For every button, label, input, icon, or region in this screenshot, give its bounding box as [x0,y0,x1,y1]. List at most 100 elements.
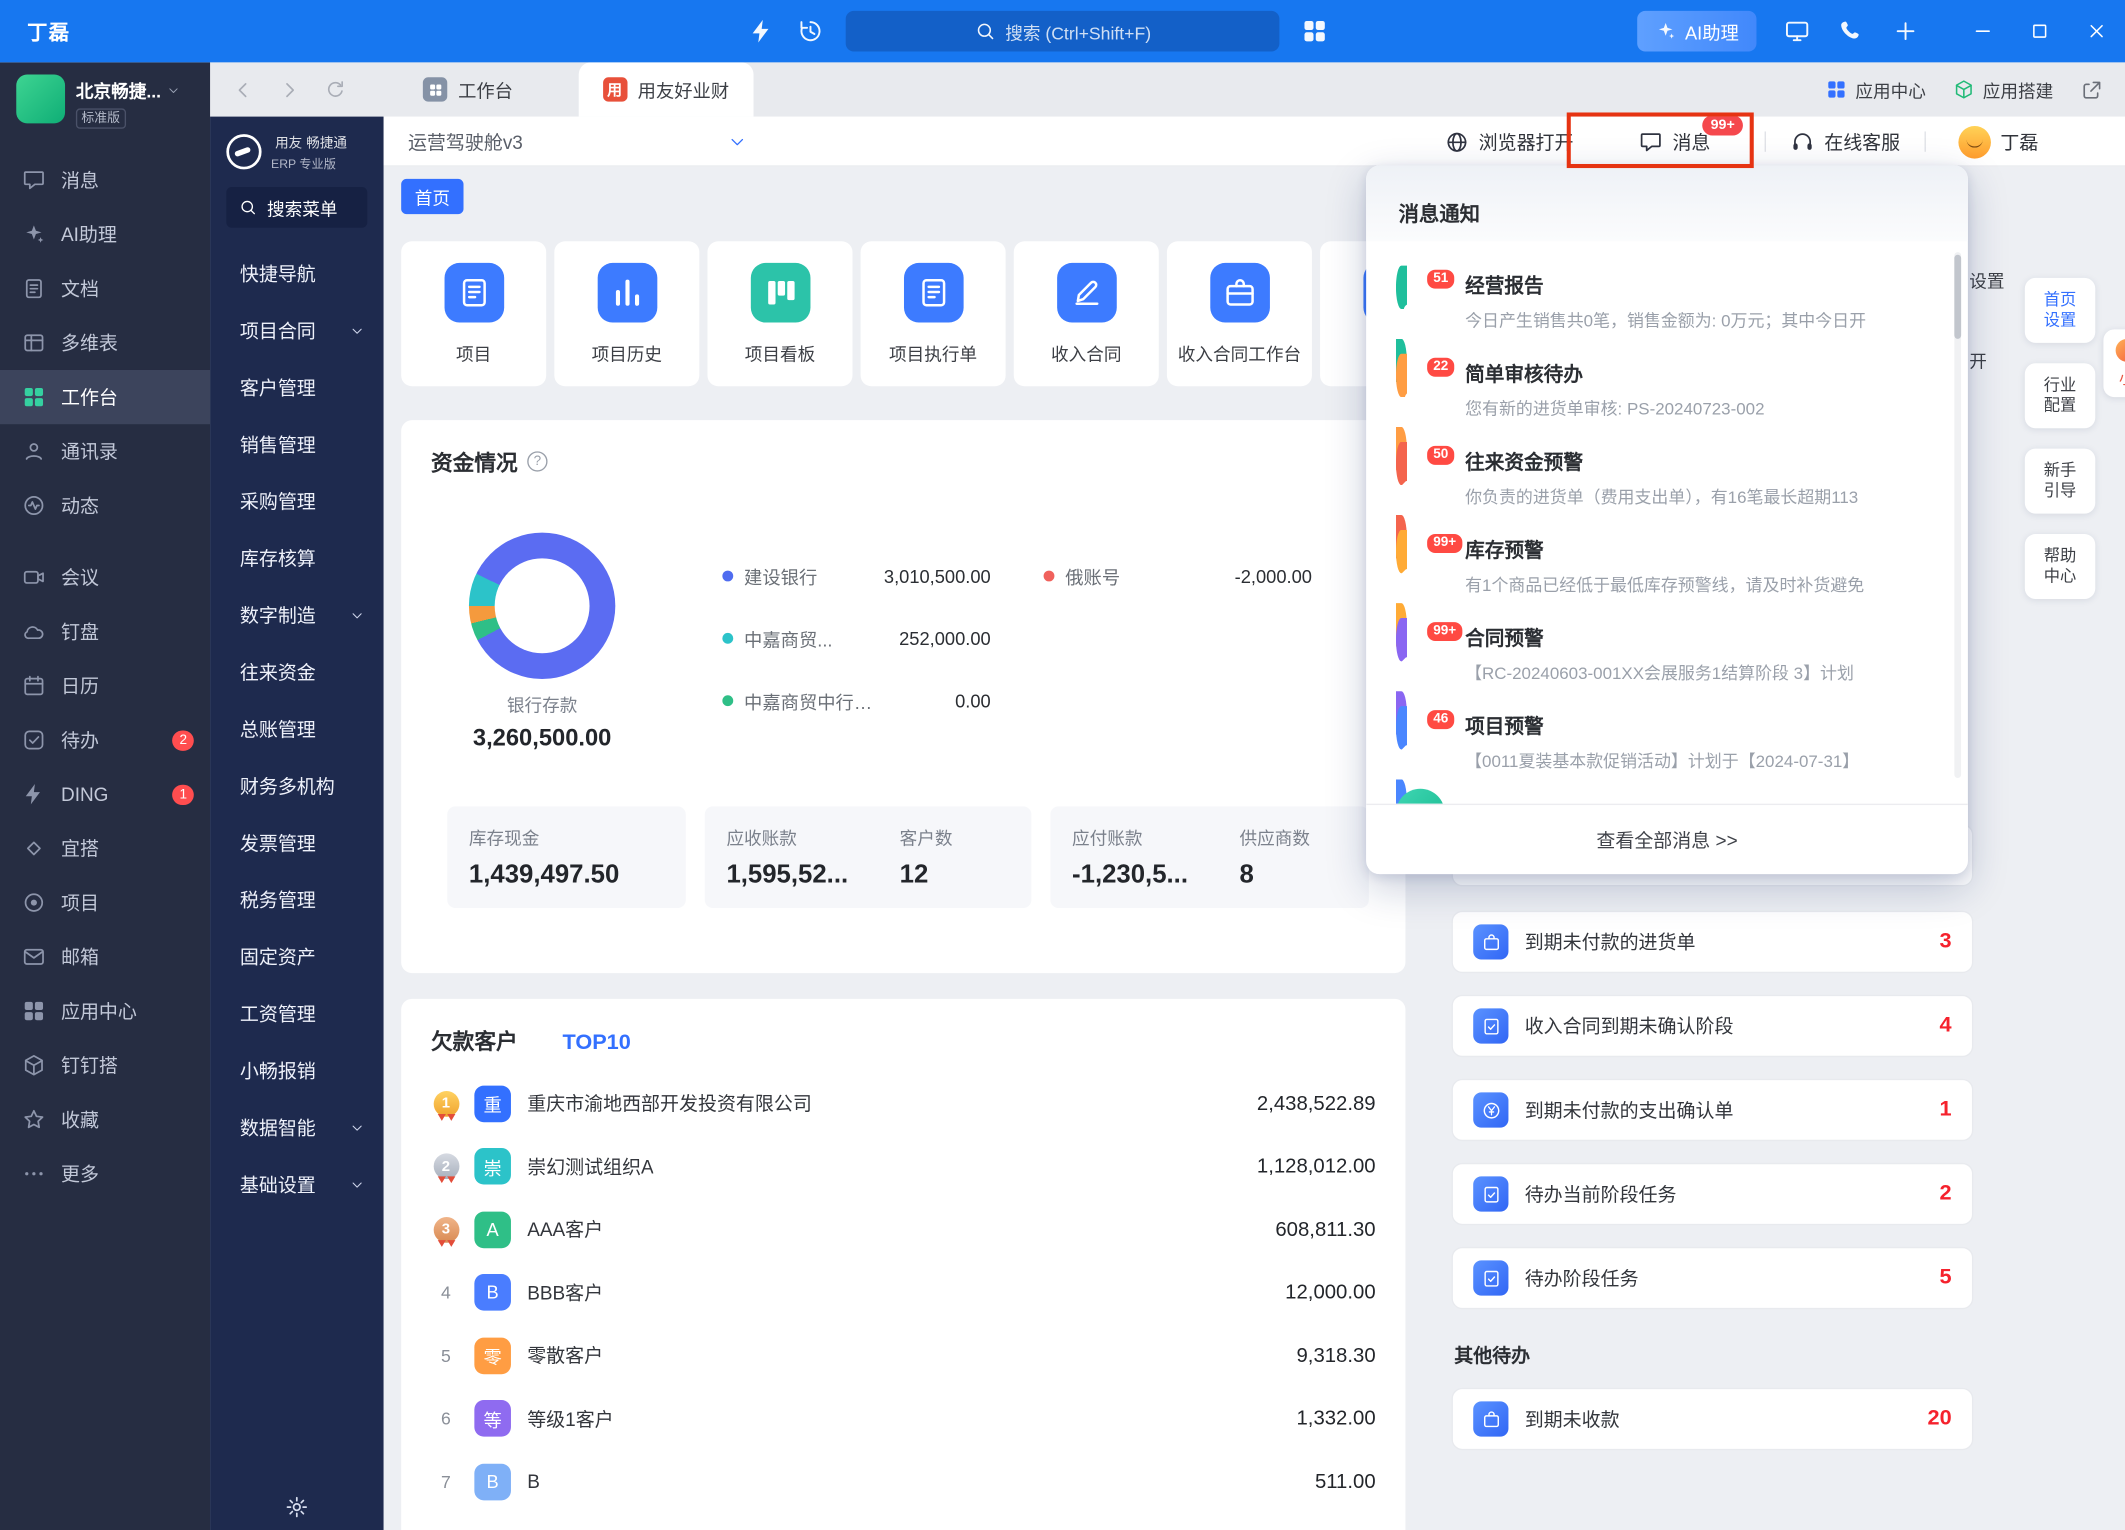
debtor-row-2[interactable]: 3 A AAA客户 608,811.30 [431,1198,1376,1261]
sidebar-item-8[interactable]: 钉盘 [0,604,210,658]
tab-0[interactable]: 工作台 [398,62,537,116]
app-menu-item-15[interactable]: 数据智能 [210,1099,383,1156]
sidebar-item-6[interactable]: 动态 [0,478,210,532]
shortcut-2[interactable]: 项目看板 [707,241,853,387]
notification-item-4[interactable]: 99+ 合同预警 【RC-20240603-001XX会展服务1结算阶段 3】计划 [1366,610,1968,734]
shortcut-1[interactable]: 项目历史 [554,241,700,387]
sidebar-item-14[interactable]: 邮箱 [0,930,210,984]
side-widget-3[interactable]: 帮助中心 [2024,533,2096,600]
sidebar-item-12[interactable]: 宜搭 [0,821,210,875]
scrollbar-thumb[interactable] [1954,254,1962,339]
side-widget-2[interactable]: 新手引导 [2024,448,2096,514]
debtor-row-5[interactable]: 6 等等级1客户 1,332.00 [431,1387,1376,1450]
org-switcher[interactable]: 北京畅捷... 标准版 [0,62,210,132]
notification-item-5[interactable]: 46 项目预警 【0011夏装基本款促销活动】计划于【2024-07-31】 [1366,698,1968,822]
app-menu-item-3[interactable]: 销售管理 [210,416,383,473]
notification-item-1[interactable]: 22 简单审核待办 您有新的进货单审核: PS-20240723-002 [1366,346,1968,470]
app-switcher-icon[interactable] [1301,18,1328,45]
app-menu-item-10[interactable]: 发票管理 [210,815,383,872]
home-tab[interactable]: 首页 [401,178,464,215]
tab-1[interactable]: 用用友好业财 [578,62,754,117]
menu-search-input[interactable]: 搜索菜单 [226,187,368,228]
shortcut-5[interactable]: 收入合同工作台 [1166,241,1312,387]
notification-item-2[interactable]: 50 往来资金预警 你负责的进货单（费用支出单），有16笔最长超期113 [1366,434,1968,558]
app-menu-item-8[interactable]: 总账管理 [210,701,383,758]
open-external-icon[interactable] [2080,78,2103,101]
messages-button[interactable]: 消息 99+ [1639,114,1743,155]
sidebar-item-13[interactable]: 项目 [0,876,210,930]
app-menu-item-11[interactable]: 税务管理 [210,871,383,928]
debtors-top10-link[interactable]: TOP10 [562,1031,630,1055]
help-icon[interactable]: ? [527,450,548,471]
sidebar-item-0[interactable]: 消息 [0,153,210,207]
sidebar-item-2[interactable]: 文档 [0,262,210,316]
notification-item-3[interactable]: 99+ 库存预警 有1个商品已经低于最低库存预警线，请及时补货避免 [1366,522,1968,646]
sidebar-item-5[interactable]: 通讯录 [0,424,210,478]
fullscreen-icon[interactable] [2090,183,2114,207]
close-button[interactable] [2068,0,2125,62]
screenshare-icon[interactable] [1784,18,1811,45]
app-menu-item-2[interactable]: 客户管理 [210,359,383,416]
ai-assistant-button[interactable]: AI助理 [1637,10,1757,52]
open-in-browser-button[interactable]: 浏览器打开 [1445,128,1574,155]
sidebar-item-10[interactable]: 待办 2 [0,713,210,767]
history-icon[interactable] [797,18,824,45]
app-menu-item-16[interactable]: 基础设置 [210,1156,383,1213]
shortcut-label: 项目执行单 [889,343,978,364]
user-menu[interactable]: 丁磊 [1958,125,2038,158]
phone-icon[interactable] [1838,18,1865,45]
app-menu-item-0[interactable]: 快捷导航 [210,245,383,302]
back-icon[interactable] [232,78,255,101]
minimize-button[interactable] [1954,0,2011,62]
todo-card[interactable]: 到期未付款的支出确认单 1 [1451,1078,1974,1142]
sidebar-item-3[interactable]: 多维表 [0,316,210,370]
shortcut-4[interactable]: 收入合同 [1013,241,1159,387]
assistant-widget[interactable]: 小 [2103,329,2125,398]
app-build-link[interactable]: 应用搭建 [1953,77,2053,103]
app-menu-item-13[interactable]: 工资管理 [210,985,383,1042]
debtor-row-3[interactable]: 4 B BBB客户 12,000.00 [431,1261,1376,1324]
todo-card[interactable]: 到期未收款 20 [1451,1387,1974,1451]
sidebar-item-15[interactable]: 应用中心 [0,984,210,1038]
quick-launch-icon[interactable] [748,18,775,45]
todo-card[interactable]: 待办当前阶段任务 2 [1451,1162,1974,1226]
online-service-button[interactable]: 在线客服 [1790,128,1900,155]
todo-card[interactable]: 待办阶段任务 5 [1451,1246,1974,1310]
app-menu-item-5[interactable]: 库存核算 [210,530,383,587]
sidebar-item-1[interactable]: AI助理 [0,207,210,261]
maximize-button[interactable] [2011,0,2068,62]
refresh-icon[interactable] [324,78,347,101]
sidebar-item-4[interactable]: 工作台 [0,369,211,425]
sidebar-item-18[interactable]: 更多 [0,1147,210,1201]
sidebar-item-16[interactable]: 钉钉搭 [0,1038,210,1092]
notification-item-0[interactable]: 51 经营报告 今日产生销售共0笔，销售金额为: 0万元；其中今日开 [1366,258,1968,382]
sidebar-item-9[interactable]: 日历 [0,659,210,713]
sidebar-item-17[interactable]: 收藏 [0,1092,210,1146]
todo-card[interactable]: 到期未付款的进货单 3 [1451,910,1974,974]
sidebar-item-11[interactable]: DING 1 [0,767,210,821]
shortcut-3[interactable]: 项目执行单 [860,241,1006,387]
app-menu-item-12[interactable]: 固定资产 [210,928,383,985]
forward-icon[interactable] [278,78,301,101]
sidebar-item-7[interactable]: 会议 [0,550,210,604]
gear-icon[interactable] [285,1495,309,1519]
app-menu-item-14[interactable]: 小畅报销 [210,1042,383,1099]
app-menu-item-6[interactable]: 数字制造 [210,587,383,644]
app-menu-item-9[interactable]: 财务多机构 [210,758,383,815]
shortcut-0[interactable]: 项目 [401,241,547,387]
view-all-messages-link[interactable]: 查看全部消息 >> [1366,803,1968,875]
debtor-row-1[interactable]: 2 崇崇幻测试组织A 1,128,012.00 [431,1135,1376,1198]
homepage-template-select[interactable]: 运营驾驶舱v3 [408,117,747,167]
debtor-row-0[interactable]: 1 重重庆市渝地西部开发投资有限公司 2,438,522.89 [431,1072,1376,1135]
global-search-input[interactable]: 搜索 (Ctrl+Shift+F) [845,10,1280,52]
side-widget-1[interactable]: 行业配置 [2024,363,2096,429]
app-center-link[interactable]: 应用中心 [1826,77,1926,103]
side-widget-0[interactable]: 首页设置 [2024,277,2096,343]
todo-card[interactable]: 收入合同到期未确认阶段 4 [1451,994,1974,1058]
app-menu-item-4[interactable]: 采购管理 [210,473,383,530]
app-menu-item-7[interactable]: 往来资金 [210,644,383,701]
app-menu-item-1[interactable]: 项目合同 [210,302,383,359]
debtor-row-6[interactable]: 7 B B 511.00 [431,1450,1376,1513]
debtor-row-4[interactable]: 5 零零散客户 9,318.30 [431,1324,1376,1387]
add-icon[interactable] [1892,18,1919,45]
